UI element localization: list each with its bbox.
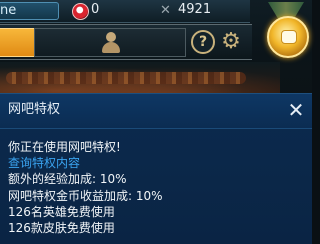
- ip-value: 4921: [178, 2, 212, 17]
- exp-bonus-text: 额外的经验加成: 10%: [8, 172, 127, 187]
- menu-bar: ? ⚙: [0, 24, 252, 60]
- dialog-header: 网吧特权 ✕: [0, 94, 312, 129]
- help-button[interactable]: ?: [191, 30, 215, 54]
- medal-disc: [267, 16, 309, 58]
- dialog-body: 你正在使用网吧特权! 查询特权内容 额外的经验加成: 10% 网吧特权金币收益加…: [8, 139, 304, 236]
- medal-icon[interactable]: [262, 2, 310, 66]
- ip-currency-icon: ✕: [160, 3, 171, 18]
- play-button[interactable]: [0, 28, 35, 57]
- rp-currency-icon: [72, 3, 89, 20]
- status-text: 你正在使用网吧特权!: [8, 140, 121, 154]
- scene-decoration: [6, 72, 246, 84]
- gear-icon[interactable]: ⚙: [218, 29, 244, 55]
- query-privilege-link[interactable]: 查询特权内容: [8, 155, 304, 171]
- person-icon: [102, 32, 120, 53]
- top-hud: ne 0 ✕ 4921 ? ⚙: [0, 0, 312, 100]
- summoner-name-tab[interactable]: ne: [0, 2, 59, 20]
- internet-cafe-privilege-dialog: 网吧特权 ✕ 你正在使用网吧特权! 查询特权内容 额外的经验加成: 10% 网吧…: [0, 93, 312, 244]
- resource-strip: ne 0 ✕ 4921: [0, 0, 250, 23]
- free-heroes-text: 126名英雄免费使用: [8, 204, 115, 219]
- fist-icon: [281, 30, 297, 44]
- gold-bonus-text: 网吧特权金币收益加成: 10%: [8, 188, 163, 203]
- close-icon[interactable]: ✕: [286, 100, 306, 120]
- profile-button[interactable]: [34, 28, 186, 57]
- rp-value: 0: [91, 2, 100, 17]
- dialog-title: 网吧特权: [8, 102, 61, 117]
- free-skins-text: 126款皮肤免费使用: [8, 221, 115, 236]
